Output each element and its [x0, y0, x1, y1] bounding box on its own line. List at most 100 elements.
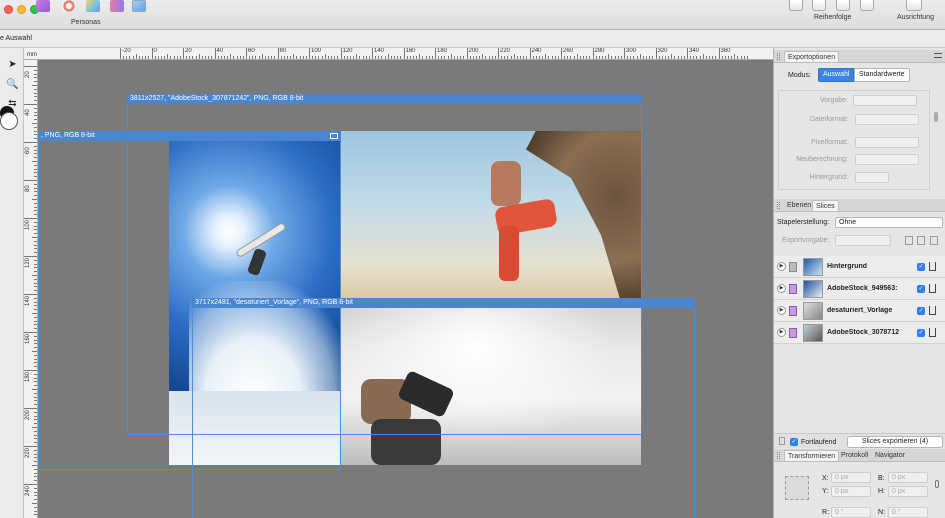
- expand-arrow-icon[interactable]: ▶: [777, 262, 786, 271]
- h-field[interactable]: 0 px: [888, 486, 928, 497]
- ruler-tick: [639, 54, 641, 59]
- ruler-tick: [564, 56, 566, 59]
- ruler-tick: [724, 56, 726, 59]
- export-slice-icon[interactable]: [929, 262, 936, 271]
- layer-export-checkbox[interactable]: ✓: [917, 329, 925, 337]
- y-field[interactable]: 0 px: [831, 486, 871, 497]
- secondary-color-swatch[interactable]: [0, 112, 18, 130]
- modus-auswahl-button[interactable]: Auswahl: [818, 68, 855, 82]
- tools-panel: ➤ 🔍 ⇆: [0, 48, 24, 518]
- tab-protokoll[interactable]: Protokoll: [838, 450, 871, 461]
- ruler-tick: [283, 56, 285, 59]
- layer-export-checkbox[interactable]: ✓: [917, 285, 925, 293]
- slices-footer: ✓ Fortlaufend Slices exportieren (4): [774, 433, 945, 448]
- stapelerstellung-select[interactable]: Ohne: [835, 217, 943, 228]
- ruler-tick: [702, 54, 704, 59]
- ruler-tick: [34, 168, 37, 170]
- paste-preset-icon[interactable]: [917, 236, 925, 245]
- ruler-tick: [384, 56, 386, 59]
- ruler-tick: [217, 56, 219, 59]
- alignment-button[interactable]: [906, 0, 922, 11]
- exportvorgabe-select[interactable]: [835, 235, 891, 246]
- x-field[interactable]: 0 px: [831, 472, 871, 483]
- export-persona-icon[interactable]: [132, 0, 146, 12]
- ruler-tick: [34, 225, 37, 227]
- tab-transformieren[interactable]: Transformieren: [784, 450, 840, 461]
- slice-label-desaturiert-vorlage[interactable]: 3717x2481, "desaturiert_Vorlage", PNG, R…: [192, 298, 695, 308]
- tab-navigator[interactable]: Navigator: [872, 450, 908, 461]
- export-slice-icon[interactable]: [929, 328, 936, 337]
- tab-slices[interactable]: Slices: [812, 200, 839, 211]
- export-slices-button[interactable]: Slices exportieren (4): [847, 436, 943, 448]
- expand-arrow-icon[interactable]: ▶: [777, 328, 786, 337]
- vorgabe-select[interactable]: [853, 95, 917, 106]
- ruler-tick: [34, 328, 37, 330]
- layer-row[interactable]: ▶ Hintergrund ✓: [774, 256, 945, 278]
- move-back-button[interactable]: [789, 0, 803, 11]
- export-scrollbar[interactable]: [934, 112, 938, 122]
- neuberechnung-select[interactable]: [855, 154, 919, 165]
- panel-grip-icon[interactable]: [777, 53, 780, 60]
- export-slice-icon[interactable]: [929, 284, 936, 293]
- tab-exportoptionen[interactable]: Exportoptionen: [784, 51, 840, 62]
- liquify-persona-icon[interactable]: [62, 0, 76, 12]
- pixelformat-select[interactable]: [855, 137, 919, 148]
- ruler-tick: [280, 56, 282, 59]
- panel-grip-icon[interactable]: [777, 452, 780, 459]
- ruler-tick: [444, 56, 446, 59]
- delete-preset-icon[interactable]: [930, 236, 938, 245]
- ruler-tick: [699, 56, 701, 59]
- move-forward-button[interactable]: [836, 0, 850, 11]
- ruler-tick: [513, 54, 515, 59]
- panel-menu-icon[interactable]: [934, 53, 942, 58]
- develop-persona-icon[interactable]: [86, 0, 100, 12]
- n-field[interactable]: 0 °: [888, 507, 928, 518]
- ruler-tick-label: 180: [25, 371, 31, 382]
- slice-label-adobestock-949563[interactable]: , PNG, RGB 8-bit: [38, 131, 341, 141]
- layer-export-checkbox[interactable]: ✓: [917, 307, 925, 315]
- panel-grip-icon[interactable]: [777, 202, 780, 209]
- ruler-tick: [34, 343, 37, 345]
- move-tool-icon[interactable]: ➤: [6, 58, 19, 71]
- tone-mapping-persona-icon[interactable]: [110, 0, 124, 12]
- expand-arrow-icon[interactable]: ▶: [777, 284, 786, 293]
- ruler-tick: [189, 56, 191, 59]
- anchor-grid-icon[interactable]: [785, 476, 809, 500]
- b-field[interactable]: 0 px: [888, 472, 928, 483]
- window-minimize-button[interactable]: [17, 5, 26, 14]
- canvas[interactable]: 3811x2527, "AdobeStock_307871242", PNG, …: [38, 60, 773, 518]
- move-backward-button[interactable]: [812, 0, 826, 11]
- ruler-tick: [34, 153, 37, 155]
- move-front-button[interactable]: [860, 0, 874, 11]
- slice-frame-desaturiert-vorlage[interactable]: [192, 298, 695, 518]
- photo-persona-icon[interactable]: [36, 0, 50, 12]
- hintergrund-select[interactable]: [855, 172, 889, 183]
- window-close-button[interactable]: [4, 5, 13, 14]
- dateiformat-select[interactable]: [855, 114, 919, 125]
- ruler-tick: [532, 56, 534, 59]
- ruler-tick: [34, 316, 37, 318]
- copy-preset-icon[interactable]: [905, 236, 913, 245]
- zoom-tool-icon[interactable]: 🔍: [6, 78, 19, 91]
- layer-row[interactable]: ▶ desaturiert_Vorlage ✓: [774, 300, 945, 322]
- slice-label-adobestock-307871242[interactable]: 3811x2527, "AdobeStock_307871242", PNG, …: [127, 94, 642, 104]
- ruler-tick: [709, 56, 711, 59]
- expand-arrow-icon[interactable]: ▶: [777, 306, 786, 315]
- trash-icon[interactable]: [779, 437, 785, 445]
- layer-row[interactable]: ▶ AdobeStock_949563: ✓: [774, 278, 945, 300]
- ruler-tick: [34, 134, 37, 136]
- selection-text[interactable]: e Auswahl: [0, 35, 32, 42]
- ruler-tick: [34, 411, 37, 413]
- layer-export-checkbox[interactable]: ✓: [917, 263, 925, 271]
- ruler-tick: [264, 56, 266, 59]
- r-field[interactable]: 0 °: [831, 507, 871, 518]
- export-slice-icon[interactable]: [929, 306, 936, 315]
- ruler-tick: [34, 69, 37, 71]
- fortlaufend-checkbox[interactable]: ✓: [790, 438, 798, 446]
- tab-ebenen[interactable]: Ebenen: [784, 200, 814, 211]
- link-proportions-icon[interactable]: [935, 480, 939, 488]
- modus-standardwerte-button[interactable]: Standardwerte: [854, 68, 910, 82]
- ruler-tick: [438, 56, 440, 59]
- ruler-tick-label: 80: [279, 48, 287, 54]
- layer-row[interactable]: ▶ AdobeStock_3078712 ✓: [774, 322, 945, 344]
